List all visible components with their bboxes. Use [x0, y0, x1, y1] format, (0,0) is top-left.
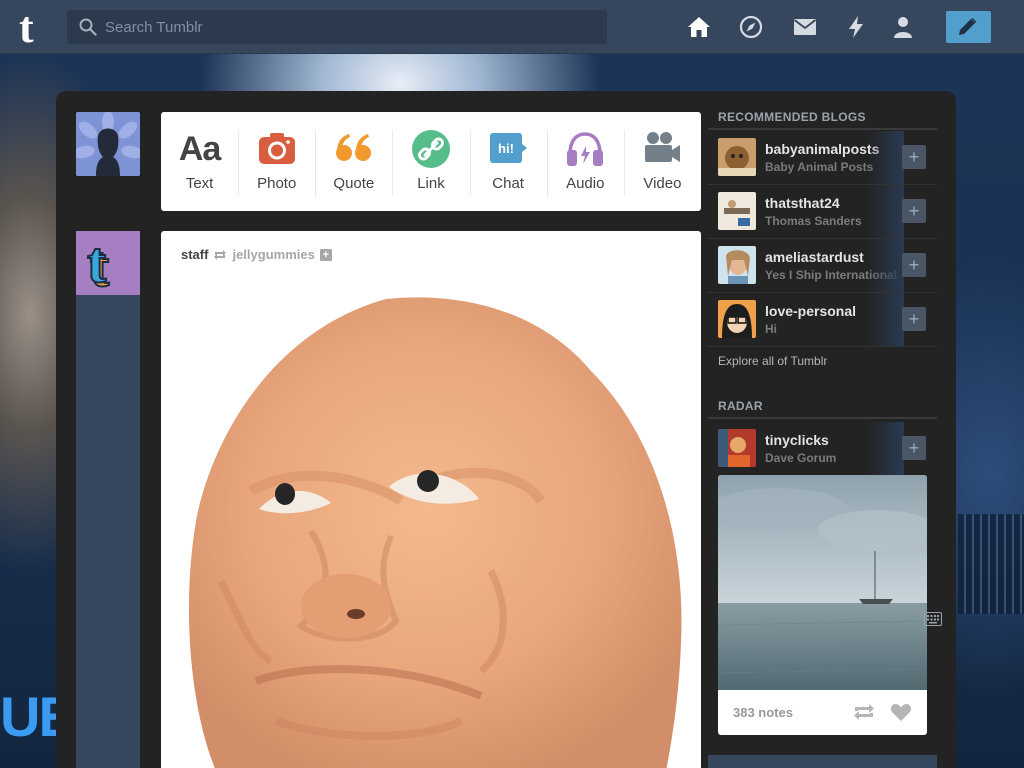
post-author-avatar[interactable]: t t — [76, 229, 140, 300]
blog-name[interactable]: love-personal — [765, 303, 856, 319]
blog-row-fade — [868, 239, 904, 293]
camera-icon — [258, 133, 295, 164]
svg-text:t: t — [19, 7, 34, 47]
post-type-selector: Aa Text Photo Quote Link hi! Chat Audio … — [161, 112, 701, 211]
compose-post-button[interactable] — [946, 11, 991, 43]
svg-text:t: t — [87, 231, 107, 295]
background-artwork-stripes — [958, 514, 1024, 614]
blog-avatar[interactable] — [718, 246, 756, 284]
blog-row-fade — [868, 185, 904, 239]
recommended-blog-item[interactable]: babyanimalposts Baby Animal Posts + — [708, 131, 937, 185]
blog-row-fade — [868, 131, 904, 185]
blog-avatar[interactable] — [718, 138, 756, 176]
follow-reblog-source-button[interactable]: + — [319, 248, 332, 261]
divider — [708, 346, 937, 347]
chat-icon: hi! — [490, 133, 528, 163]
radar-post-notes-count[interactable]: 383 notes — [733, 705, 793, 720]
post-type-label: Link — [417, 175, 445, 192]
quote-icon — [335, 134, 371, 161]
blog-row-fade — [868, 293, 904, 347]
post-type-label: Video — [643, 175, 682, 192]
recommended-blog-item[interactable]: thatsthat24 Thomas Sanders + — [708, 185, 937, 239]
reblog-icon[interactable] — [852, 702, 876, 722]
sidebar-bottom-strip — [708, 755, 937, 768]
post-type-chat[interactable]: hi! Chat — [469, 112, 547, 211]
reblog-small-icon — [214, 249, 227, 260]
blog-name[interactable]: babyanimalposts — [765, 141, 879, 157]
post-author-link[interactable]: staff — [181, 247, 208, 262]
radar-post-photo-sailboat[interactable] — [718, 475, 927, 690]
post-type-text[interactable]: Aa Text — [161, 112, 238, 211]
reblog-source-link[interactable]: jellygummies — [232, 247, 314, 262]
heart-icon[interactable] — [890, 702, 912, 722]
post-type-label: Chat — [492, 175, 524, 192]
activity-icon[interactable] — [844, 15, 868, 39]
radar-blog-item[interactable]: tinyclicks Dave Gorum + — [708, 422, 937, 476]
post-type-label: Quote — [333, 175, 375, 192]
recommended-blogs-divider — [708, 128, 937, 130]
account-icon[interactable] — [891, 15, 915, 39]
blog-avatar[interactable] — [718, 300, 756, 338]
post-type-photo[interactable]: Photo — [238, 112, 315, 211]
follow-blog-button[interactable]: + — [902, 199, 926, 223]
link-icon — [411, 130, 450, 168]
post-type-link[interactable]: Link — [392, 112, 469, 211]
video-camera-icon — [645, 132, 681, 162]
search-input[interactable] — [105, 10, 595, 44]
user-avatar[interactable] — [76, 112, 140, 176]
blog-avatar[interactable] — [718, 192, 756, 230]
inbox-icon[interactable] — [793, 15, 817, 39]
dashboard-post: staff jellygummies + — [161, 231, 701, 768]
radar-heading: RADAR — [718, 399, 763, 413]
radar-post-card: 383 notes — [718, 475, 927, 735]
blog-row-fade — [868, 422, 904, 476]
tumblr-logo-icon[interactable]: t — [18, 3, 50, 52]
text-icon: Aa — [178, 130, 221, 168]
recommended-blog-item[interactable]: ameliastardust Yes I Ship International … — [708, 239, 937, 293]
blog-name[interactable]: ameliastardust — [765, 249, 864, 265]
post-type-audio[interactable]: Audio — [546, 112, 624, 211]
post-type-video[interactable]: Video — [623, 112, 701, 211]
post-type-label: Text — [185, 175, 214, 192]
post-type-quote[interactable]: Quote — [315, 112, 392, 211]
follow-blog-button[interactable]: + — [902, 253, 926, 277]
blog-avatar[interactable] — [718, 429, 756, 467]
follow-blog-button[interactable]: + — [902, 307, 926, 331]
explore-all-link[interactable]: Explore all of Tumblr — [718, 354, 827, 368]
follow-blog-button[interactable]: + — [902, 436, 926, 460]
search-icon — [79, 18, 97, 36]
keyboard-shortcuts-icon[interactable] — [924, 612, 942, 626]
follow-blog-button[interactable]: + — [902, 145, 926, 169]
post-type-label: Audio — [566, 175, 605, 192]
explore-icon[interactable] — [739, 15, 763, 39]
home-icon[interactable] — [687, 15, 711, 39]
post-header: staff jellygummies + — [181, 247, 332, 262]
post-image-face[interactable] — [161, 281, 701, 768]
blog-name[interactable]: thatsthat24 — [765, 195, 840, 211]
radar-divider — [708, 417, 937, 419]
top-navigation-bar: t — [0, 0, 1024, 54]
blog-name[interactable]: tinyclicks — [765, 432, 829, 448]
pencil-icon — [959, 18, 977, 35]
svg-text:hi!: hi! — [498, 141, 514, 156]
search-bar — [67, 10, 607, 44]
headphones-icon — [567, 132, 604, 166]
recommended-blogs-heading: RECOMMENDED BLOGS — [718, 110, 866, 124]
recommended-blog-item[interactable]: love-personal Hi + — [708, 293, 937, 347]
post-avatar-column — [76, 231, 140, 768]
post-type-label: Photo — [257, 175, 297, 192]
